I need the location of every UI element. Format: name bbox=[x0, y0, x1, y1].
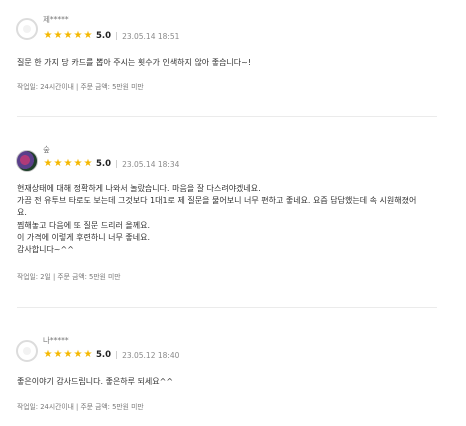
star-icon: ★ bbox=[63, 349, 73, 360]
star-icon: ★ bbox=[43, 30, 53, 41]
review-date: 23.05.14 18:51 bbox=[122, 31, 180, 41]
star-rating: ★ ★ ★ ★ ★ bbox=[43, 158, 93, 170]
star-icon: ★ bbox=[73, 349, 83, 360]
meta-divider bbox=[116, 351, 118, 359]
star-icon: ★ bbox=[53, 30, 63, 41]
meta-divider bbox=[116, 160, 118, 168]
rating-score: 5.0 bbox=[96, 31, 112, 41]
star-icon: ★ bbox=[53, 158, 63, 169]
review-text: 현재상태에 대해 정확하게 나와서 놀랐습니다. 마음을 잘 다스려야겠네요. … bbox=[17, 183, 447, 256]
review-line: 이 가격에 이렇게 후련하니 너무 좋네요. bbox=[17, 232, 151, 242]
review-meta: ★ ★ ★ ★ ★ 5.0 23.05.12 18:40 bbox=[43, 349, 180, 361]
review-line: 질문 한 가지 당 카드를 뽑아 주시는 횟수가 인색하지 않아 좋습니다~! bbox=[17, 58, 252, 67]
order-info: 작업일: 24시간이내 | 주문 금액: 5만원 미만 bbox=[17, 83, 144, 91]
reviewer-name: 숲 bbox=[43, 145, 50, 154]
rating-score: 5.0 bbox=[96, 159, 112, 169]
review-line: 찜해놓고 다음에 또 질문 드리러 올께요. bbox=[17, 220, 151, 230]
review-line: 좋은이야기 감사드립니다. 좋은하루 되세요^^ bbox=[17, 377, 174, 386]
star-icon: ★ bbox=[73, 30, 83, 41]
review-meta: ★ ★ ★ ★ ★ 5.0 23.05.14 18:51 bbox=[43, 30, 180, 42]
review-text: 질문 한 가지 당 카드를 뽑아 주시는 횟수가 인색하지 않아 좋습니다~! bbox=[17, 57, 447, 69]
order-info: 작업일: 2일 | 주문 금액: 5만원 미만 bbox=[17, 273, 121, 281]
star-icon: ★ bbox=[43, 349, 53, 360]
default-avatar-icon bbox=[16, 340, 38, 362]
meta-divider bbox=[116, 32, 118, 40]
star-icon: ★ bbox=[73, 158, 83, 169]
review-divider bbox=[17, 116, 437, 117]
reviewer-name: 제***** bbox=[43, 15, 69, 24]
review-date: 23.05.12 18:40 bbox=[122, 350, 180, 360]
review-line: 감사합니다~^^ bbox=[17, 245, 74, 255]
star-icon: ★ bbox=[43, 158, 53, 169]
review-date: 23.05.14 18:34 bbox=[122, 159, 180, 169]
reviewer-name: 나***** bbox=[43, 336, 69, 345]
star-icon: ★ bbox=[63, 158, 73, 169]
order-info: 작업일: 24시간이내 | 주문 금액: 5만원 미만 bbox=[17, 403, 144, 411]
star-icon: ★ bbox=[53, 349, 63, 360]
star-rating: ★ ★ ★ ★ ★ bbox=[43, 349, 93, 361]
star-rating: ★ ★ ★ ★ ★ bbox=[43, 30, 93, 42]
review-text: 좋은이야기 감사드립니다. 좋은하루 되세요^^ bbox=[17, 376, 447, 388]
default-avatar-icon bbox=[16, 18, 38, 40]
rating-score: 5.0 bbox=[96, 350, 112, 360]
review-line: 요. bbox=[17, 208, 27, 218]
review-line: 가끔 전 유투브 타로도 보는데 그것보다 1대1로 제 질문을 물어보니 너무… bbox=[17, 196, 417, 206]
star-icon: ★ bbox=[83, 349, 93, 360]
review-line: 현재상태에 대해 정확하게 나와서 놀랐습니다. 마음을 잘 다스려야겠네요. bbox=[17, 184, 261, 193]
review-divider bbox=[17, 307, 437, 308]
star-icon: ★ bbox=[63, 30, 73, 41]
star-icon: ★ bbox=[83, 158, 93, 169]
star-icon: ★ bbox=[83, 30, 93, 41]
review-meta: ★ ★ ★ ★ ★ 5.0 23.05.14 18:34 bbox=[43, 158, 180, 170]
user-avatar bbox=[16, 150, 38, 172]
